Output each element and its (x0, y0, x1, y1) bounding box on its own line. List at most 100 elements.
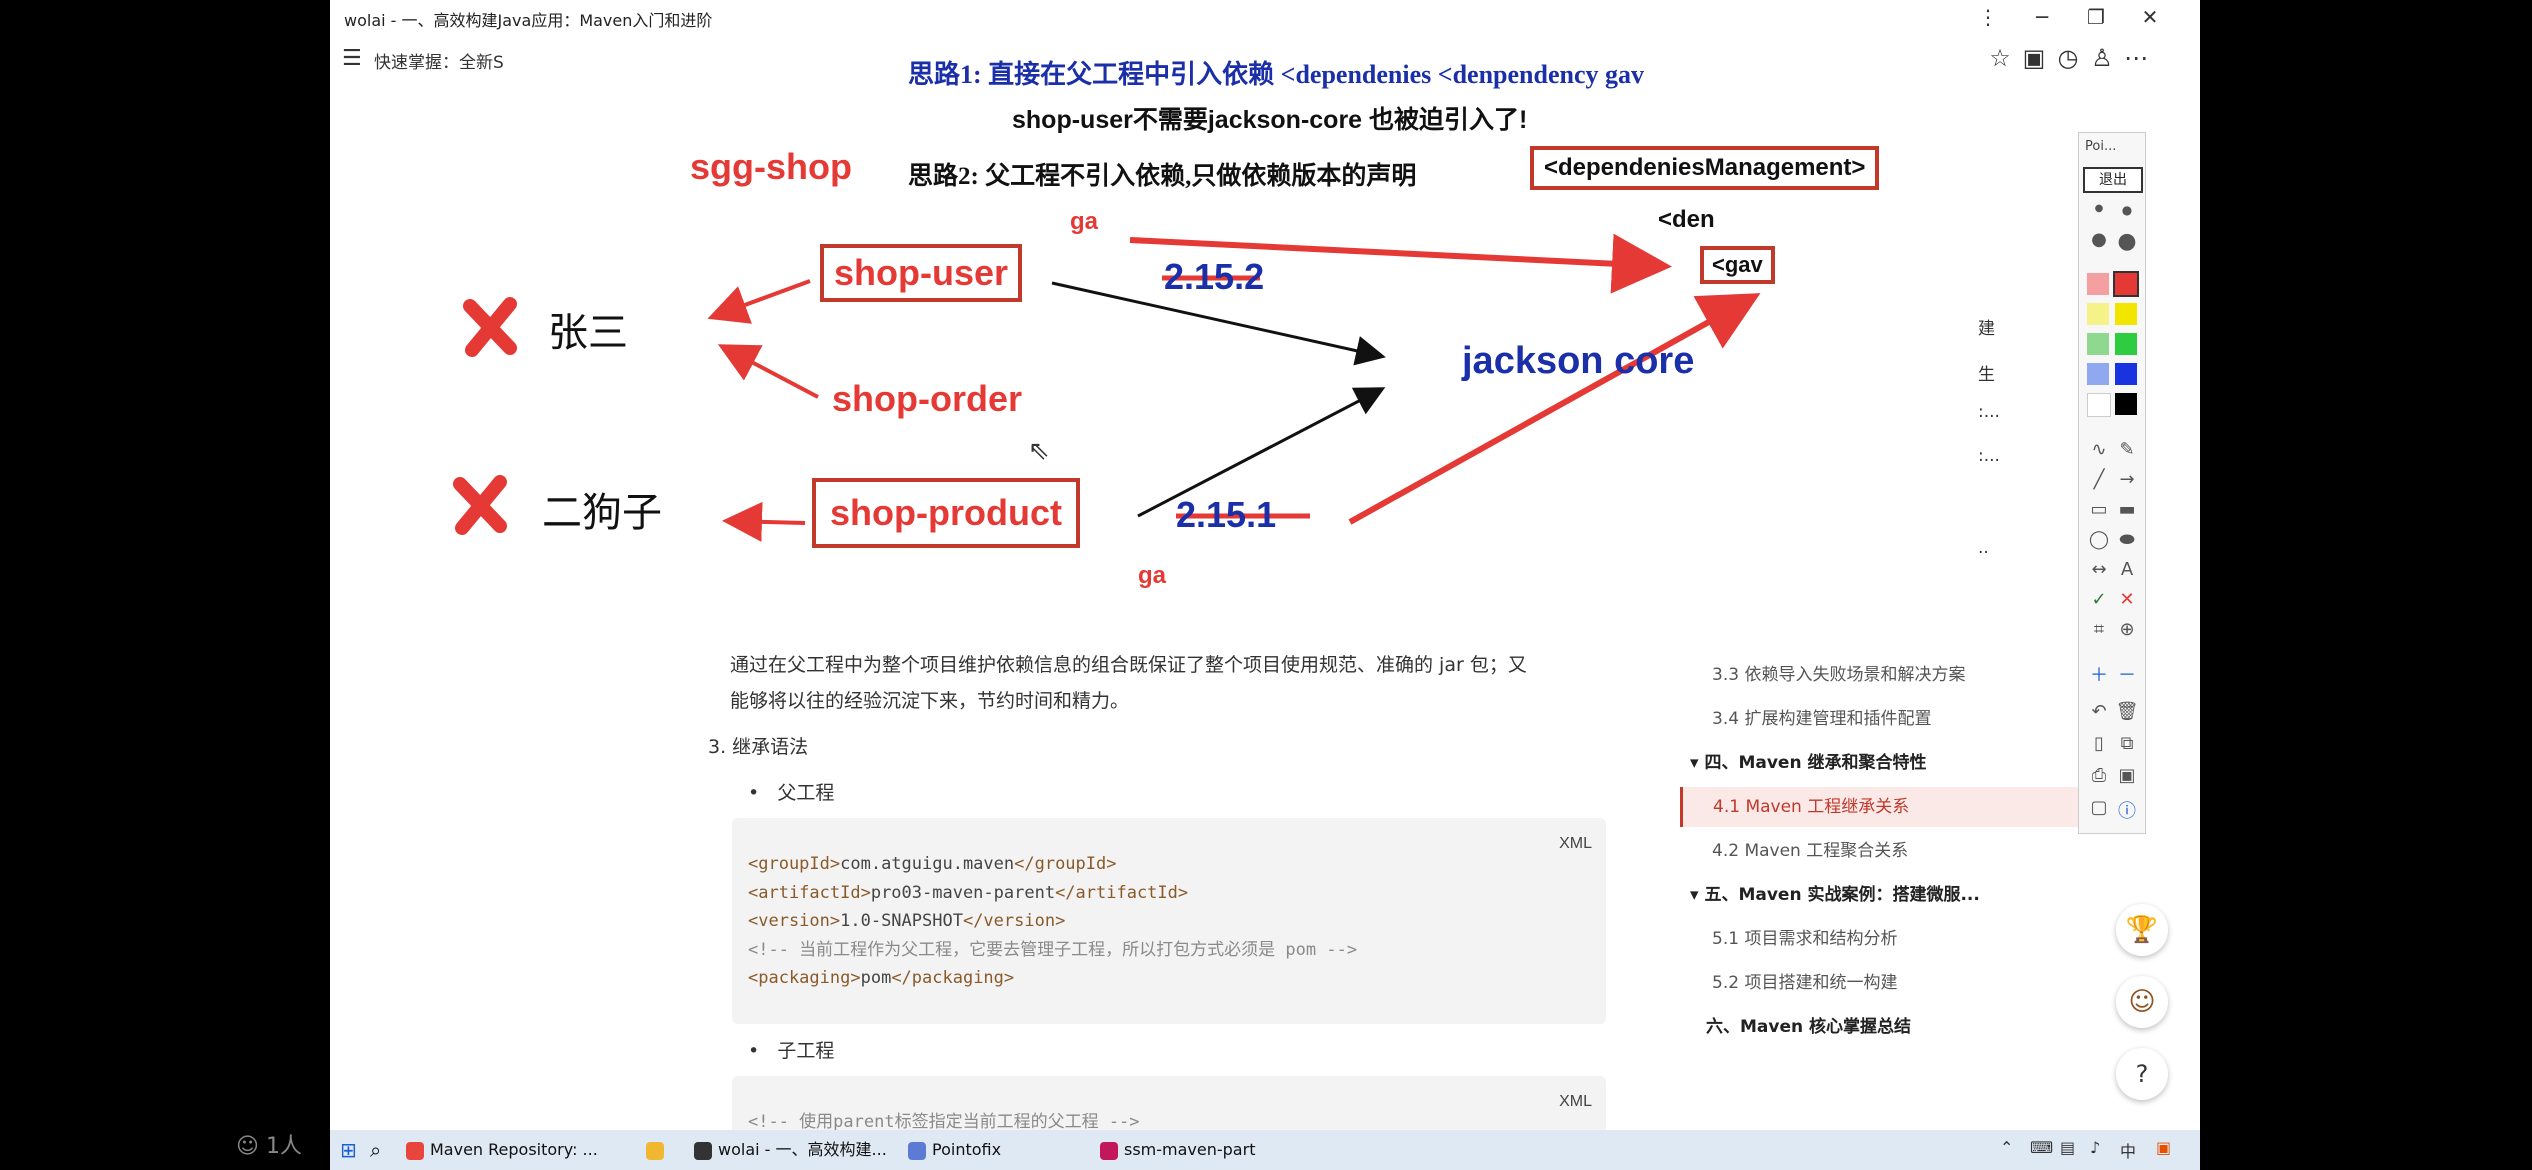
check-icon[interactable]: ✓ (2087, 589, 2111, 610)
new-page-icon[interactable]: ▯ (2087, 733, 2111, 754)
close-button[interactable]: ✕ (2132, 3, 2168, 31)
window-title: wolai - 一、高效构建Java应用：Maven入门和进阶 (344, 11, 713, 30)
arrow-version-to-gav (1348, 293, 1761, 525)
color-swatch[interactable] (2087, 333, 2109, 355)
color-swatch-selected[interactable] (2113, 271, 2139, 297)
color-swatch[interactable] (2087, 393, 2111, 417)
annotation-diagram: 思路1: 直接在父工程中引入依赖 <dependenies <denpenden… (330, 34, 2200, 634)
outline-item[interactable]: ▾ 五、Maven 实战案例：搭建微服... (1680, 875, 2100, 915)
eraser-icon[interactable]: ✎ (2115, 439, 2139, 460)
section-heading: 3. 继承语法 (708, 736, 809, 758)
pen-size-medium-icon[interactable]: ● (2115, 203, 2139, 217)
trash-icon[interactable]: 🗑 (2115, 701, 2139, 722)
taskbar-item[interactable] (646, 1136, 670, 1164)
outline-item[interactable]: 3.4 扩展构建管理和插件配置 (1680, 699, 2122, 739)
ime-icon[interactable]: 中 (2120, 1138, 2136, 1162)
color-swatch[interactable] (2115, 393, 2137, 415)
version-top: 2.15.2 (1164, 256, 1265, 297)
outline-item[interactable]: 5.2 项目搭建和统一构建 (1680, 963, 2122, 1003)
avatar[interactable]: ☺ (2116, 976, 2168, 1028)
undo-icon[interactable]: ↶ (2087, 701, 2111, 722)
color-swatch[interactable] (2115, 363, 2137, 385)
zoom-out-icon[interactable]: － (2115, 661, 2139, 687)
gav-box: <gav (1700, 246, 1775, 284)
info-icon[interactable]: ⓘ (2115, 797, 2139, 823)
minimize-button[interactable]: ─ (2024, 3, 2060, 31)
copy-icon[interactable]: ⧉ (2115, 733, 2139, 754)
rail-item[interactable]: .. (1978, 538, 1989, 558)
network-icon[interactable]: ▤ (2060, 1138, 2075, 1157)
outline-item[interactable]: ▾ 四、Maven 继承和聚合特性 (1680, 743, 2100, 783)
arrow-icon[interactable]: → (2115, 469, 2139, 490)
zoom-in-icon[interactable]: ＋ (2087, 661, 2111, 687)
developer-1-label: 张三 (548, 310, 628, 355)
rail-item[interactable]: :... (1978, 402, 2000, 422)
line-icon[interactable]: ╱ (2087, 469, 2111, 490)
pen-size-large-icon[interactable]: ● (2087, 229, 2111, 250)
outline-item[interactable]: 5.1 项目需求和结构分析 (1680, 919, 2122, 959)
windows-start-icon[interactable]: ⊞ (340, 1136, 357, 1164)
pointofix-icon (908, 1141, 926, 1160)
outline-item-active[interactable]: 4.1 Maven 工程继承关系 (1680, 787, 2123, 827)
trophy-icon[interactable]: 🏆 (2116, 904, 2168, 956)
color-swatch[interactable] (2115, 333, 2137, 355)
version-bottom: 2.15.1 (1176, 494, 1277, 535)
app-window: wolai - 一、高效构建Java应用：Maven入门和进阶 ⋮ ─ ❐ ✕ … (330, 0, 2200, 1170)
taskbar-item[interactable]: Pointofix (908, 1136, 1001, 1164)
search-icon[interactable]: ⌕ (370, 1136, 381, 1164)
double-arrow-icon[interactable]: ↔ (2087, 559, 2111, 580)
bullet-parent: • 父工程 (748, 782, 835, 804)
bullet-child-label: 子工程 (777, 1040, 835, 1062)
screenshot-icon[interactable]: ▢ (2087, 797, 2111, 818)
freehand-icon[interactable]: ∿ (2087, 439, 2111, 460)
module-shop-user: shop-user (820, 244, 1023, 302)
chrome-icon (406, 1141, 424, 1160)
idea1-note: shop-user不需要jackson-core 也被迫引入了! (1012, 106, 1528, 134)
color-swatch[interactable] (2115, 303, 2137, 325)
keyboard-icon[interactable]: ⌨ (2030, 1138, 2053, 1157)
taskbar-item[interactable]: ssm-maven-part (1100, 1136, 1255, 1164)
filled-ellipse-icon[interactable]: ⬬ (2115, 529, 2139, 550)
volume-icon[interactable]: ♪ (2090, 1138, 2100, 1157)
filled-rectangle-icon[interactable]: ▬ (2115, 499, 2139, 520)
code2-lang-label[interactable]: XML (1559, 1088, 1592, 1117)
code-line: <groupId>com.atguigu.maven</groupId> (748, 854, 1117, 874)
rail-item[interactable]: :... (1978, 446, 2000, 466)
rail-item[interactable]: 建 (1978, 314, 1995, 339)
wolai-icon (694, 1141, 712, 1160)
exit-button[interactable]: 退出 (2083, 167, 2143, 193)
save-icon[interactable]: ▣ (2115, 765, 2139, 786)
pen-size-xlarge-icon[interactable]: ● (2115, 229, 2139, 254)
rail-item[interactable]: 生 (1978, 360, 1995, 385)
ellipse-icon[interactable]: ◯ (2087, 529, 2111, 550)
color-swatch[interactable] (2087, 273, 2109, 295)
menu-dots-icon[interactable]: ⋮ (1970, 3, 2006, 31)
color-swatch[interactable] (2087, 303, 2109, 325)
taskbar-item[interactable]: wolai - 一、高效构建... (694, 1136, 887, 1164)
outline-item[interactable]: 六、Maven 核心掌握总结 (1680, 1007, 2116, 1047)
notification-icon[interactable]: ▣ (2156, 1138, 2171, 1157)
rectangle-icon[interactable]: ▭ (2087, 499, 2111, 520)
arrow-product-to-dev2 (722, 501, 806, 542)
color-swatch[interactable] (2087, 363, 2109, 385)
taskbar: ⊞ ⌕ Maven Repository: ... wolai - 一、高效构建… (330, 1130, 2200, 1170)
help-button[interactable]: ? (2116, 1048, 2168, 1100)
pointofix-palette: Poi... 退出 ● ● ● ● ∿ ✎ ╱ → ▭ ▬ ◯ ⬬ ↔ A ✓ … (2078, 132, 2146, 834)
code-line: <packaging>pom</packaging> (748, 968, 1015, 988)
code-lang-label[interactable]: XML (1559, 830, 1592, 859)
title-bar: wolai - 一、高效构建Java应用：Maven入门和进阶 ⋮ ─ ❐ ✕ (330, 0, 2200, 34)
text-icon[interactable]: A (2115, 559, 2139, 580)
maximize-button[interactable]: ❐ (2078, 3, 2114, 31)
taskbar-item[interactable]: Maven Repository: ... (406, 1136, 598, 1164)
tray-arrow-icon[interactable]: ⌃ (2000, 1138, 2013, 1157)
module-shop-product: shop-product (812, 478, 1080, 548)
cross-icon[interactable]: ✕ (2115, 589, 2139, 610)
idea2-title: 思路2: 父工程不引入依赖,只做依赖版本的声明 (908, 163, 1417, 190)
outline-item[interactable]: 3.3 依赖导入失败场景和解决方案 (1680, 655, 2122, 695)
idea-icon (1100, 1141, 1118, 1160)
pen-size-small-icon[interactable]: ● (2087, 203, 2111, 214)
outline-item[interactable]: 4.2 Maven 工程聚合关系 (1680, 831, 2122, 871)
zoom-icon[interactable]: ⊕ (2115, 619, 2139, 640)
crop-icon[interactable]: ⌗ (2087, 619, 2111, 640)
print-icon[interactable]: ⎙ (2087, 765, 2111, 786)
